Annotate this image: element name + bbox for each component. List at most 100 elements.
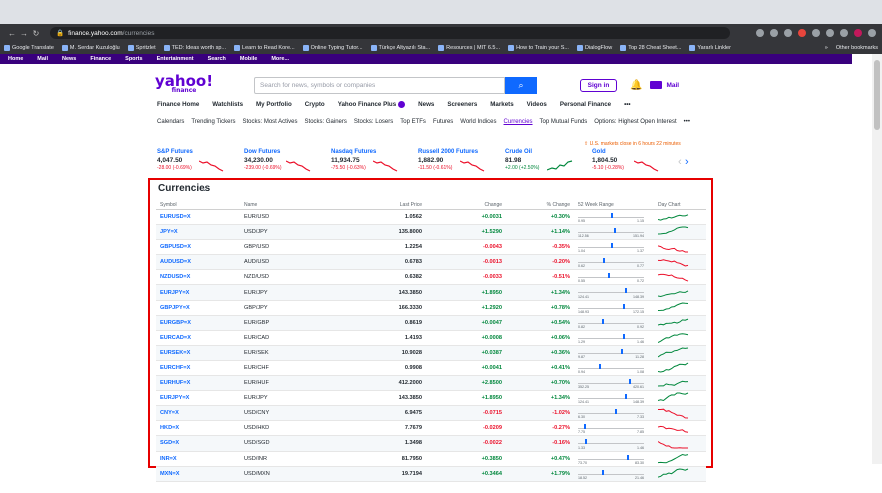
currency-symbol-link[interactable]: CNY=X xyxy=(156,410,244,416)
bookmark-item[interactable]: Other bookmarks xyxy=(836,45,878,51)
table-row[interactable]: EURHUF=X EUR/HUF 412.2000 +2.8500 +0.70% 352.… xyxy=(156,376,706,392)
bell-icon[interactable]: 🔔 xyxy=(630,80,642,91)
sub-nav-item[interactable]: Trending Tickers xyxy=(191,119,235,125)
back-icon[interactable]: ← xyxy=(6,29,18,38)
finance-nav-item[interactable]: Watchlists xyxy=(212,101,243,108)
menu-icon[interactable] xyxy=(868,29,876,37)
table-row[interactable]: NZDUSD=X NZD/USD 0.6382 -0.0033 -0.51% 0.55 0.… xyxy=(156,270,706,286)
column-header[interactable]: Day Chart xyxy=(650,202,706,208)
sub-nav-item[interactable]: Top ETFs xyxy=(400,119,426,125)
sub-nav-item[interactable]: ••• xyxy=(684,119,690,125)
profile-avatar[interactable] xyxy=(854,29,862,37)
search-input[interactable]: Search for news, symbols or companies xyxy=(254,76,505,94)
finance-nav-item[interactable]: Personal Finance xyxy=(560,101,611,108)
yahoo-nav-item[interactable]: More... xyxy=(271,56,289,62)
ticker-item[interactable]: Russell 2000 Futures 1,882.90 -11.50 (-0.6… xyxy=(418,149,498,179)
chevron-down-icon[interactable]: ⌄ xyxy=(201,184,208,193)
sub-nav-item[interactable]: Futures xyxy=(433,119,453,125)
bookmark-item[interactable]: Resources | MIT 6.5... xyxy=(438,45,500,51)
ticker-item[interactable]: S&P Futures 4,047.50 -28.00 (-0.69%) xyxy=(157,149,237,179)
bookmark-item[interactable]: M. Serdar Kuzuloğlu xyxy=(61,45,120,51)
column-header[interactable]: % Change xyxy=(502,202,570,208)
share-icon[interactable] xyxy=(770,29,778,37)
column-header[interactable]: 52 Week Range xyxy=(570,200,650,209)
sub-nav-item[interactable]: Currencies xyxy=(504,119,533,125)
column-header[interactable]: Symbol xyxy=(156,202,244,208)
finance-nav-item[interactable]: News xyxy=(418,101,434,108)
yahoo-finance-logo[interactable]: yahoo! finance xyxy=(155,74,237,95)
bookmark-item[interactable]: TED: Ideas worth sp... xyxy=(163,45,226,51)
puzzle-icon[interactable] xyxy=(826,29,834,37)
sub-nav-item[interactable]: Options: Highest Open Interest xyxy=(594,119,676,125)
yahoo-nav-item[interactable]: Search xyxy=(208,56,226,62)
currency-symbol-link[interactable]: EURJPY=X xyxy=(156,290,244,296)
search-button[interactable]: ⌕ xyxy=(505,76,537,94)
finance-nav-item[interactable]: Screeners xyxy=(447,101,477,108)
table-row[interactable]: EURGBP=X EUR/GBP 0.8619 +0.0047 +0.54% 0.82 0.… xyxy=(156,315,706,331)
reload-icon[interactable]: ↻ xyxy=(30,29,42,38)
finance-nav-item[interactable]: My Portfolio xyxy=(256,101,292,108)
yahoo-nav-item[interactable]: Mail xyxy=(37,56,48,62)
sub-nav-item[interactable]: Top Mutual Funds xyxy=(540,119,588,125)
currency-symbol-link[interactable]: AUDUSD=X xyxy=(156,259,244,265)
bookmark-item[interactable]: Türkçe Altyazılı Sta... xyxy=(370,45,430,51)
extension-icon[interactable] xyxy=(798,29,806,37)
table-row[interactable]: GBPJPY=X GBP/JPY 166.3330 +1.2920 +0.78% 148.… xyxy=(156,301,706,316)
sign-in-button[interactable]: Sign in xyxy=(580,78,617,92)
yahoo-nav-item[interactable]: Sports xyxy=(125,56,142,62)
currency-symbol-link[interactable]: GBPUSD=X xyxy=(156,244,244,250)
mail-link[interactable]: Mail xyxy=(666,82,679,89)
ticker-item[interactable]: Dow Futures 34,230.00 -239.00 (-0.69%) xyxy=(244,149,324,179)
ticker-item[interactable]: Gold 1,804.50 -5.10 (-0.28%) xyxy=(592,149,672,179)
table-row[interactable]: EURCHF=X EUR/CHF 0.9908 +0.0041 +0.41% 0.94 1.… xyxy=(156,361,706,377)
yahoo-nav-item[interactable]: Finance xyxy=(90,56,111,62)
column-header[interactable]: Name xyxy=(244,202,352,208)
extension-icon[interactable] xyxy=(756,29,764,37)
bookmark-item[interactable]: Top 28 Cheat Sheet... xyxy=(620,45,681,51)
chevron-left-icon[interactable]: ‹ xyxy=(678,156,682,168)
side-panel-icon[interactable] xyxy=(840,29,848,37)
table-row[interactable]: INR=X USD/INR 81.7950 +0.3850 +0.47% 73.70 83.… xyxy=(156,452,706,467)
sub-nav-item[interactable]: Stocks: Gainers xyxy=(305,119,347,125)
currency-symbol-link[interactable]: JPY=X xyxy=(156,229,244,235)
currency-symbol-link[interactable]: MXN=X xyxy=(156,471,244,477)
currency-symbol-link[interactable]: EURHUF=X xyxy=(156,380,244,386)
table-row[interactable]: EURCAD=X EUR/CAD 1.4193 +0.0008 +0.06% 1.29 1.… xyxy=(156,331,706,346)
forward-icon[interactable]: → xyxy=(18,29,30,38)
sub-nav-item[interactable]: World Indices xyxy=(460,119,496,125)
scrollbar-thumb[interactable] xyxy=(874,60,880,130)
finance-nav-item[interactable]: ••• xyxy=(624,101,631,108)
bookmark-item[interactable]: Google Translate xyxy=(4,45,54,51)
table-row[interactable]: EURJPY=X EUR/JPY 143.3850 +1.8950 +1.34% 124.… xyxy=(156,391,706,407)
bookmark-item[interactable]: How to Train your S... xyxy=(508,45,569,51)
column-header[interactable]: Change xyxy=(422,202,502,208)
yahoo-nav-item[interactable]: Entertainment xyxy=(157,56,194,62)
bookmark-item[interactable]: DialogFlow xyxy=(576,45,612,51)
scrollbar[interactable] xyxy=(872,54,882,464)
yahoo-nav-item[interactable]: Mobile xyxy=(240,56,257,62)
finance-nav-item[interactable]: Crypto xyxy=(305,101,325,108)
sub-nav-item[interactable]: Stocks: Losers xyxy=(354,119,393,125)
currency-symbol-link[interactable]: GBPJPY=X xyxy=(156,305,244,311)
table-row[interactable]: JPY=X USD/JPY 135.8000 +1.5290 +1.14% 112.56 1… xyxy=(156,225,706,241)
ticker-item[interactable]: Crude Oil 81.98 +2.00 (+2.50%) xyxy=(505,149,585,179)
address-bar[interactable]: 🔒 finance.yahoo.com /currencies xyxy=(50,27,730,39)
bookmark-item[interactable]: Learn to Read Kore... xyxy=(234,45,295,51)
currency-symbol-link[interactable]: EURUSD=X xyxy=(156,214,244,220)
currency-symbol-link[interactable]: SGD=X xyxy=(156,440,244,446)
column-header[interactable]: Last Price xyxy=(352,202,422,208)
table-row[interactable]: EURSEK=X EUR/SEK 10.9028 +0.0387 +0.36% 9.87 1… xyxy=(156,345,706,361)
currency-symbol-link[interactable]: EURGBP=X xyxy=(156,320,244,326)
extension-icon[interactable] xyxy=(812,29,820,37)
chevron-right-icon[interactable]: › xyxy=(685,156,689,168)
table-row[interactable]: AUDUSD=X AUD/USD 0.6783 -0.0013 -0.20% 0.62 0.… xyxy=(156,255,706,271)
table-row[interactable]: SGD=X USD/SGD 1.3498 -0.0022 -0.16% 1.33 1.46 xyxy=(156,436,706,452)
finance-nav-item[interactable]: Yahoo Finance Plus xyxy=(338,101,406,108)
bookmark-item[interactable]: Spritzlet xyxy=(127,45,156,51)
yahoo-nav-item[interactable]: Home xyxy=(8,56,23,62)
currency-symbol-link[interactable]: EURCHF=X xyxy=(156,365,244,371)
table-row[interactable]: CNY=X USD/CNY 6.9475 -0.0715 -1.02% 6.30 7.33 xyxy=(156,406,706,422)
currency-symbol-link[interactable]: EURJPY=X xyxy=(156,395,244,401)
finance-nav-item[interactable]: Videos xyxy=(527,101,547,108)
table-row[interactable]: EURJPY=X EUR/JPY 143.3850 +1.8950 +1.34% 124.… xyxy=(156,285,706,301)
